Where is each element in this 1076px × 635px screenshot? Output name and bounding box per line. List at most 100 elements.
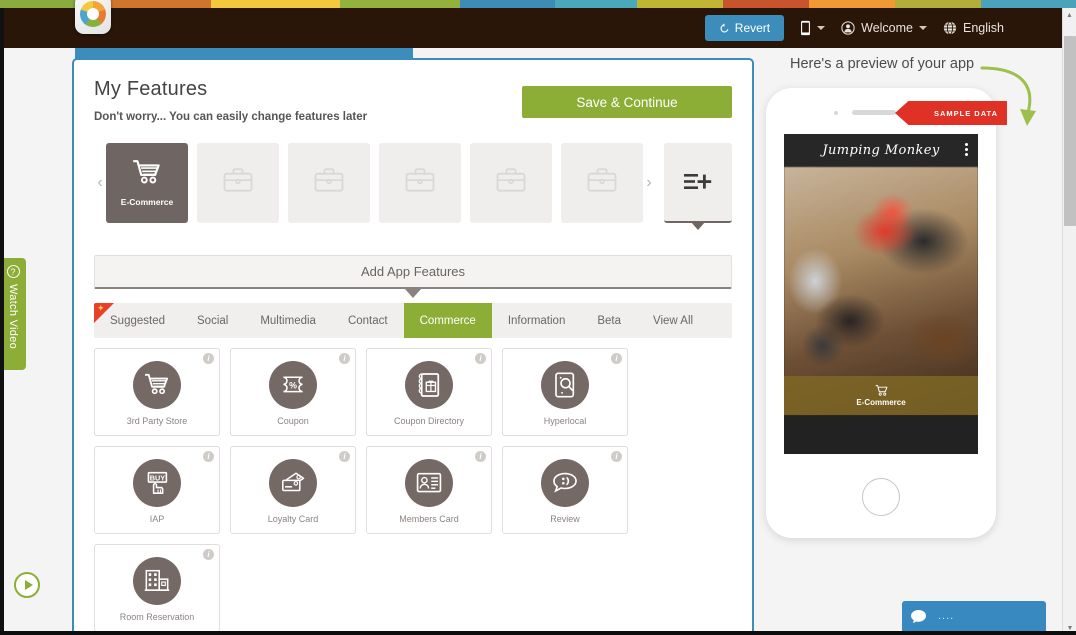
briefcase-icon: [405, 167, 435, 198]
shopping-cart-icon: [875, 385, 888, 396]
globe-icon: [943, 21, 957, 35]
app-root: Revert W: [0, 0, 1076, 635]
feature-card-loyalty-card[interactable]: iLoyalty Card: [230, 446, 356, 534]
category-tab-view-all[interactable]: View All: [637, 303, 709, 338]
tiles-next-arrow[interactable]: ›: [643, 143, 655, 223]
category-tab-label: Beta: [597, 315, 621, 327]
window-left-edge: [0, 8, 4, 635]
play-video-button[interactable]: [14, 572, 40, 598]
briefcase-icon: [496, 167, 526, 198]
category-tab-label: Contact: [348, 315, 388, 327]
feature-tile-empty-4[interactable]: [470, 143, 552, 223]
chevron-down-icon: [919, 26, 927, 30]
color-strip-segment-5: [555, 0, 637, 8]
id-card-icon: [405, 459, 453, 507]
info-icon[interactable]: i: [475, 451, 486, 462]
info-icon[interactable]: i: [339, 451, 350, 462]
loyalty-card-icon: [269, 459, 317, 507]
feature-card-coupon[interactable]: i%Coupon: [230, 348, 356, 436]
my-features-tile-strip: ‹ E-Commerce ›: [94, 143, 732, 227]
feature-tile-empty-1[interactable]: [197, 143, 279, 223]
page-scrollbar[interactable]: ▲ ▼: [1062, 8, 1076, 635]
chat-label: ....: [938, 610, 954, 622]
preview-heading: Here's a preview of your app: [790, 56, 974, 72]
info-icon[interactable]: i: [475, 353, 486, 364]
device-selector[interactable]: [800, 20, 825, 36]
scrollbar-thumb[interactable]: [1064, 36, 1076, 226]
briefcase-icon: [223, 167, 253, 198]
feature-tile-e-commerce[interactable]: E-Commerce: [106, 143, 188, 223]
preview-feature-bar[interactable]: E-Commerce: [784, 376, 978, 415]
chat-widget[interactable]: ....: [902, 601, 1046, 631]
scrollbar-up-arrow[interactable]: ▲: [1063, 8, 1076, 22]
shopping-cart-icon: [132, 159, 162, 190]
save-and-continue-button[interactable]: Save & Continue: [522, 86, 732, 118]
question-circle-icon: ?: [7, 265, 20, 278]
window-bottom-edge: [0, 631, 1076, 635]
info-icon[interactable]: i: [203, 353, 214, 364]
feature-card-label: 3rd Party Store: [127, 416, 188, 426]
feature-tile-empty-2[interactable]: [288, 143, 370, 223]
color-strip-segment-6: [637, 0, 723, 8]
feature-tile-empty-3[interactable]: [379, 143, 461, 223]
category-tab-beta[interactable]: Beta: [581, 303, 637, 338]
feature-card-members-card[interactable]: i Members Card: [366, 446, 492, 534]
svg-text:BUY: BUY: [150, 473, 165, 482]
color-strip-segment-3: [340, 0, 461, 8]
category-tab-social[interactable]: Social: [181, 303, 244, 338]
briefcase-icon: [587, 167, 617, 198]
feature-card-review[interactable]: iReview: [502, 446, 628, 534]
curved-arrow-icon: [980, 62, 1050, 137]
language-menu[interactable]: English: [943, 21, 1004, 35]
feature-card-label: Room Reservation: [120, 612, 195, 622]
category-tab-label: Commerce: [420, 315, 476, 327]
category-tab-label: Suggested: [110, 315, 165, 327]
category-tab-contact[interactable]: Contact: [332, 303, 404, 338]
add-app-features-button[interactable]: Add App Features: [94, 255, 732, 289]
revert-label: Revert: [735, 21, 770, 35]
category-tab-commerce[interactable]: Commerce: [404, 303, 492, 338]
category-tab-multimedia[interactable]: Multimedia: [244, 303, 332, 338]
buy-tap-icon: BUY: [133, 459, 181, 507]
feature-card-label: IAP: [150, 514, 165, 524]
phone-speaker: [852, 110, 896, 115]
revert-button[interactable]: Revert: [705, 15, 784, 41]
feature-card-3rd-party-store[interactable]: i 3rd Party Store: [94, 348, 220, 436]
list-plus-icon: [683, 171, 713, 193]
feature-card-room-reservation[interactable]: i Room Reservation: [94, 544, 220, 632]
color-strip-segment-10: [981, 0, 1076, 8]
welcome-menu[interactable]: Welcome: [841, 21, 927, 35]
features-panel: My Features Don't worry... You can easil…: [72, 58, 754, 635]
feature-category-tabs: ✦SuggestedSocialMultimedia Contact Commerc…: [94, 303, 732, 338]
phone-home-button[interactable]: [862, 478, 900, 516]
info-icon[interactable]: i: [203, 549, 214, 560]
feature-card-hyperlocal[interactable]: i Hyperlocal: [502, 348, 628, 436]
feature-card-coupon-directory[interactable]: iCoupon Directory: [366, 348, 492, 436]
svg-text:%: %: [289, 380, 297, 390]
color-strip-segment-8: [809, 0, 895, 8]
category-tab-suggested[interactable]: ✦Suggested: [94, 303, 181, 338]
add-app-features-wrap: Add App Features: [94, 255, 732, 289]
pie-logo-icon: [80, 1, 106, 27]
feature-tile-empty-5[interactable]: [561, 143, 643, 223]
phone-camera: [834, 111, 838, 115]
feature-card-label: Members Card: [399, 514, 459, 524]
info-icon[interactable]: i: [339, 353, 350, 364]
kebab-menu-icon[interactable]: [965, 143, 968, 156]
briefcase-icon: [314, 167, 344, 198]
info-icon[interactable]: i: [203, 451, 214, 462]
add-page-tile-button[interactable]: [664, 143, 732, 223]
info-icon[interactable]: i: [611, 353, 622, 364]
tiles-prev-arrow[interactable]: ‹: [94, 143, 106, 223]
undo-icon: [719, 23, 730, 34]
preview-app-topbar: Jumping Monkey: [784, 134, 978, 167]
category-tab-information[interactable]: Information: [492, 303, 582, 338]
feature-card-iap[interactable]: i BUY IAP: [94, 446, 220, 534]
preview-feature-label: E-Commerce: [856, 398, 905, 407]
app-logo[interactable]: [75, 0, 111, 34]
percent-ticket-icon: %: [269, 361, 317, 409]
info-icon[interactable]: i: [611, 451, 622, 462]
color-strip-segment-4: [460, 0, 555, 8]
brand-color-strip: [0, 0, 1076, 8]
feature-card-label: Hyperlocal: [544, 416, 587, 426]
